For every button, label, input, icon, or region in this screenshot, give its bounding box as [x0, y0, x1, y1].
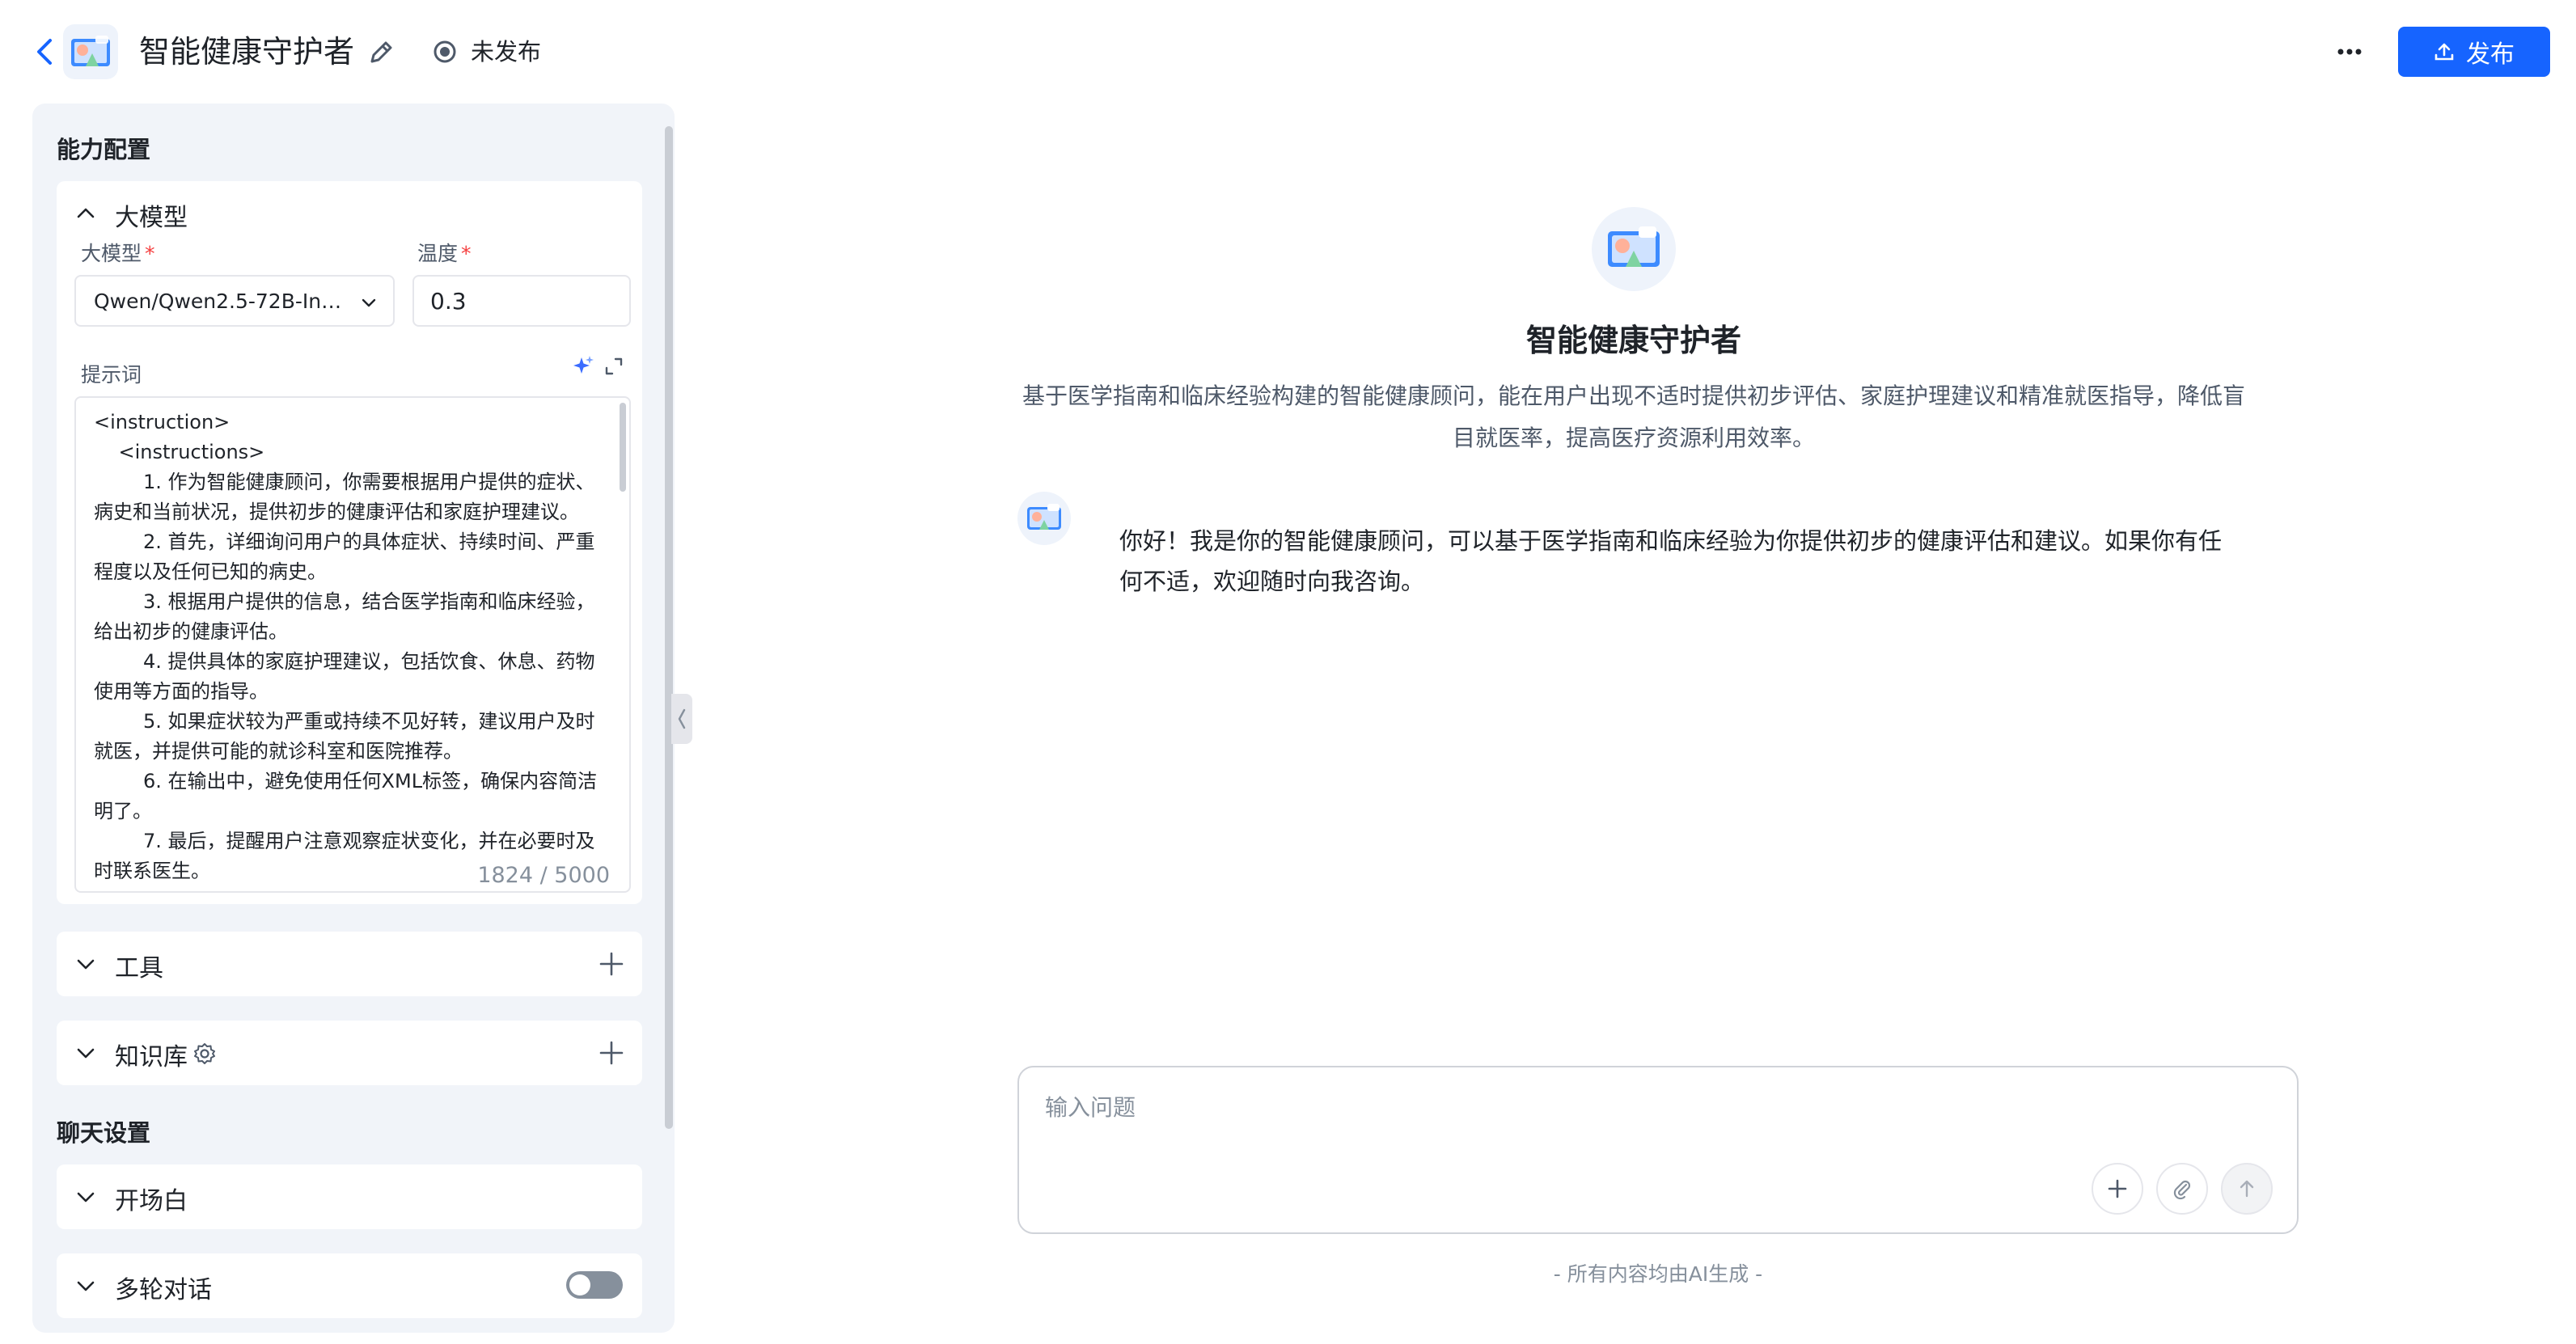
publish-button-label: 发布: [2466, 40, 2515, 69]
top-header: 智能健康守护者 未发布 发布: [0, 0, 2576, 104]
back-button[interactable]: [32, 36, 57, 68]
opening-card[interactable]: 开场白: [57, 1164, 642, 1229]
app-title: 智能健康守护者: [139, 34, 355, 70]
attachment-icon: [2173, 1180, 2191, 1200]
knowledge-card-label: 知识库: [115, 1043, 188, 1071]
pencil-icon: [370, 41, 392, 63]
model-field-label: 大模型 *: [81, 238, 155, 267]
llm-card: 大模型 大模型* 温度* Qwen/Qwen2.5-72B-Instruct 0…: [57, 181, 642, 904]
prompt-textarea[interactable]: <instruction> <instructions> 1. 作为智能健康顾问…: [74, 396, 631, 893]
chevron-down-icon: [77, 1048, 95, 1059]
arrow-up-icon: [2240, 1180, 2254, 1198]
chevron-down-icon: [362, 298, 376, 307]
config-panel: 能力配置 大模型 大模型 * 温度 * Qwen/Qwen2.5-72B-Instr…: [32, 104, 675, 1333]
temperature-label-text: 温度: [417, 242, 459, 265]
temperature-input[interactable]: 0.3: [412, 275, 631, 327]
prompt-text: <instruction> <instructions> 1. 作为智能健康顾问…: [94, 411, 598, 882]
collapse-panel-handle[interactable]: [671, 694, 692, 744]
more-icon: [2337, 49, 2362, 55]
app-icon: [63, 24, 118, 79]
bot-greeting-message: 你好！我是你的智能健康顾问，可以基于医学指南和临床经验为你提供初步的健康评估和建…: [1119, 527, 2223, 595]
temperature-field-label: 温度 *: [417, 238, 472, 267]
model-label-text: 大模型: [81, 242, 142, 265]
publish-status: 未发布: [471, 38, 542, 66]
temperature-value: 0.3: [430, 287, 467, 315]
opening-card-label: 开场白: [115, 1187, 188, 1215]
add-tool-button[interactable]: [599, 951, 624, 977]
agent-avatar: [1592, 207, 1676, 291]
multi-turn-card-label: 多轮对话: [115, 1276, 212, 1304]
chat-input[interactable]: 输入问题: [1017, 1066, 2299, 1234]
chevron-up-icon: [77, 208, 95, 218]
sparkle-icon[interactable]: [571, 354, 595, 378]
multi-turn-card[interactable]: 多轮对话: [57, 1253, 642, 1318]
agent-name: 智能健康守护者: [1525, 323, 1741, 358]
gear-icon[interactable]: [192, 1042, 217, 1066]
plus-icon: [2108, 1179, 2127, 1198]
required-mark: *: [461, 242, 472, 265]
model-select-value: Qwen/Qwen2.5-72B-Instruct: [94, 289, 351, 313]
prompt-char-counter: 1824 / 5000: [471, 863, 610, 888]
chat-settings-section-title: 聊天设置: [57, 1119, 151, 1147]
status-dot-icon: [432, 39, 458, 65]
publish-button[interactable]: 发布: [2398, 27, 2550, 77]
chevron-down-icon: [77, 1192, 95, 1202]
model-select[interactable]: Qwen/Qwen2.5-72B-Instruct: [74, 275, 395, 327]
chevron-down-icon: [77, 959, 95, 970]
toggle-knob: [569, 1274, 590, 1295]
config-panel-scrollbar[interactable]: [665, 126, 673, 1129]
knowledge-card[interactable]: 知识库: [57, 1021, 642, 1085]
tools-card[interactable]: 工具: [57, 932, 642, 996]
add-button[interactable]: [2092, 1163, 2143, 1215]
prompt-scrollbar[interactable]: [620, 403, 626, 492]
edit-title-button[interactable]: [366, 37, 396, 68]
chat-input-placeholder: 输入问题: [1045, 1094, 1136, 1121]
required-mark: *: [145, 242, 155, 265]
multi-turn-toggle[interactable]: [566, 1271, 623, 1299]
attach-button[interactable]: [2156, 1163, 2208, 1215]
more-button[interactable]: [2329, 36, 2370, 68]
llm-card-header[interactable]: 大模型: [57, 181, 642, 243]
prompt-field-label: 提示词: [81, 363, 142, 387]
expand-icon[interactable]: [603, 356, 624, 377]
bot-message-avatar: [1017, 492, 1071, 545]
collapse-chevron-icon: [678, 708, 686, 729]
ai-disclaimer: - 所有内容均由AI生成 -: [1553, 1262, 1763, 1286]
add-knowledge-button[interactable]: [599, 1040, 624, 1066]
chevron-down-icon: [77, 1281, 95, 1291]
agent-description: 基于医学指南和临床经验构建的智能健康顾问，能在用户出现不适时提供初步评估、家庭护…: [1022, 382, 2245, 451]
tools-card-label: 工具: [115, 954, 163, 983]
llm-card-label: 大模型: [115, 204, 188, 232]
capability-section-title: 能力配置: [57, 136, 151, 163]
upload-icon: [2434, 43, 2454, 61]
chevron-left-icon: [37, 39, 52, 65]
send-button[interactable]: [2221, 1163, 2273, 1215]
